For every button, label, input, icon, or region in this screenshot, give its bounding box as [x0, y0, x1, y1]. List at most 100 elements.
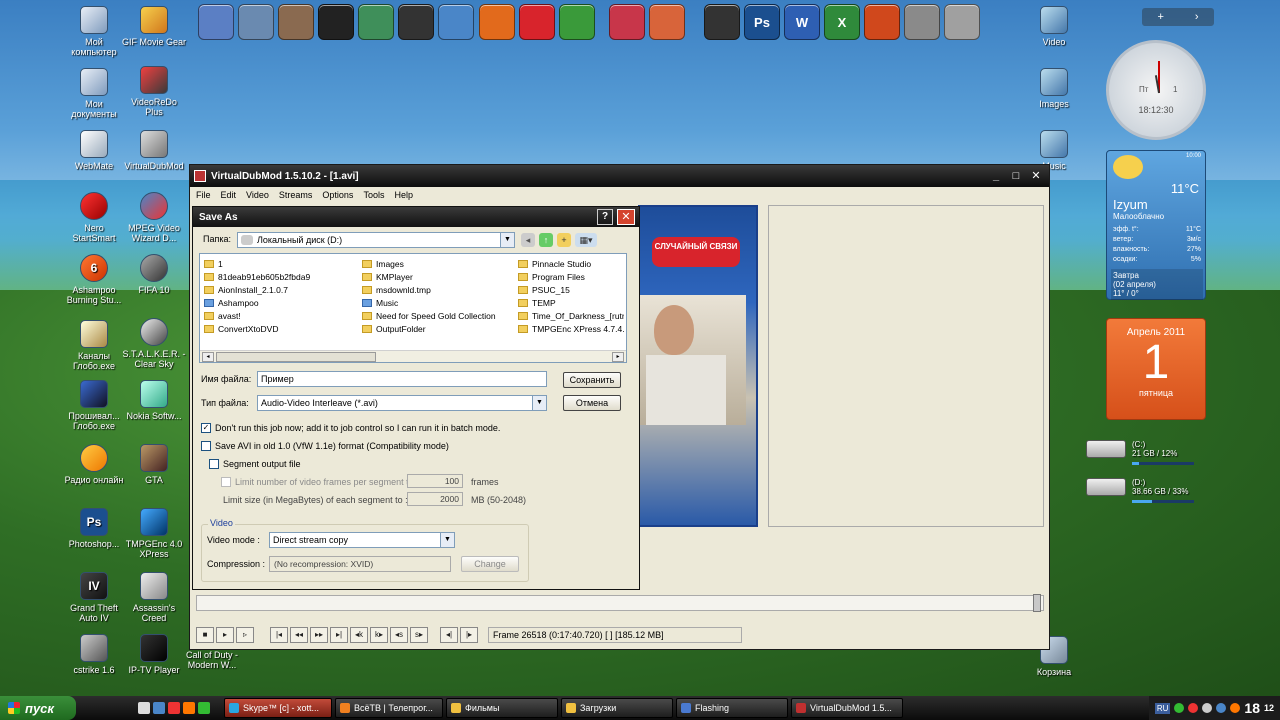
dock-powerpoint-icon[interactable] [864, 4, 900, 40]
scroll-thumb[interactable] [216, 352, 376, 362]
desktop-icon[interactable]: Nokia Softw... [122, 380, 186, 421]
change-button[interactable]: Change [461, 556, 519, 572]
list-item[interactable]: Music [362, 297, 508, 308]
ql-chrome-icon[interactable] [198, 702, 210, 714]
filename-input[interactable]: Пример [257, 371, 547, 387]
play-output-icon[interactable]: ▹ [236, 627, 254, 643]
list-item[interactable]: 1 [204, 258, 350, 269]
taskbar-task-virtualdub[interactable]: VirtualDubMod 1.5... [791, 698, 903, 718]
list-item[interactable]: TMPGEnc XPress 4.7.4.29 [518, 323, 624, 334]
cancel-button[interactable]: Отмена [563, 395, 621, 411]
desktop-icon[interactable]: Радио онлайн [62, 444, 126, 485]
desktop-icon[interactable]: Прошивал... Глобо.exe [62, 380, 126, 431]
list-item[interactable]: Time_Of_Darkness_[rutra [518, 310, 624, 321]
menu-edit[interactable]: Edit [221, 190, 237, 200]
list-item[interactable]: 81deab91eb605b2fbda9 [204, 271, 350, 282]
list-item[interactable]: TEMP [518, 297, 624, 308]
show-desktop-icon[interactable] [138, 702, 150, 714]
next-scene-icon[interactable]: s▸ [410, 627, 428, 643]
menu-options[interactable]: Options [322, 190, 353, 200]
taskbar-task-downloads[interactable]: Загрузки [561, 698, 673, 718]
up-folder-icon[interactable]: ↑ [539, 233, 553, 247]
dock-terminal-icon[interactable] [398, 4, 434, 40]
batch-mode-checkbox[interactable]: ✓ [201, 423, 211, 433]
desktop-icon[interactable]: Call of Duty - Modern W... [180, 650, 244, 670]
ql-media-icon[interactable] [168, 702, 180, 714]
save-button[interactable]: Сохранить [563, 372, 621, 388]
position-slider[interactable] [196, 594, 1044, 612]
slider-thumb[interactable] [1033, 594, 1041, 612]
menu-tools[interactable]: Tools [363, 190, 384, 200]
dock-console-icon[interactable] [704, 4, 740, 40]
list-item[interactable]: Images [362, 258, 508, 269]
desktop-icon[interactable]: VirtualDubMod [122, 130, 186, 171]
scroll-right-icon[interactable]: ▸ [612, 352, 624, 362]
desktop-icon[interactable]: Каналы Глобо.exe [62, 320, 126, 371]
stop-icon[interactable]: ■ [196, 627, 214, 643]
desktop-icon[interactable]: S.T.A.L.K.E.R. - Clear Sky [122, 318, 186, 369]
list-item[interactable]: Program Files [518, 271, 624, 282]
horizontal-scrollbar[interactable]: ◂ ▸ [200, 350, 626, 362]
volume-icon[interactable] [1202, 703, 1213, 713]
start-button[interactable]: пуск [0, 696, 76, 720]
desktop-icon[interactable]: GTA [122, 444, 186, 485]
desktop-icon[interactable]: Assassin's Creed [122, 572, 186, 623]
dock-picture-icon[interactable] [358, 4, 394, 40]
dock-photoshop-icon[interactable]: Ps [744, 4, 780, 40]
list-item[interactable]: Need for Speed Gold Collection [362, 310, 508, 321]
desktop-icon[interactable]: Images [1022, 68, 1086, 109]
dock-firefox-icon[interactable] [479, 4, 515, 40]
filetype-dropdown[interactable]: Audio-Video Interleave (*.avi) ▼ [257, 395, 547, 411]
dock-chrome-icon[interactable] [559, 4, 595, 40]
help-icon[interactable]: ? [597, 209, 613, 225]
desktop-icon[interactable]: MPEG Video Wizard D... [122, 192, 186, 243]
mark-in-icon[interactable]: ◂| [440, 627, 458, 643]
old-avi-checkbox[interactable] [201, 441, 211, 451]
tray-icon[interactable] [1230, 703, 1241, 713]
dialog-titlebar[interactable]: Save As ? ✕ [193, 207, 639, 227]
back-icon[interactable]: ◂◂ [290, 627, 308, 643]
desktop-icon[interactable]: Nero StartSmart [62, 192, 126, 243]
desktop-icon[interactable]: 6 Ashampoo Burning Stu... [62, 254, 126, 305]
dock-computer-icon[interactable] [198, 4, 234, 40]
view-menu-icon[interactable]: ▦▾ [575, 233, 597, 247]
window-titlebar[interactable]: VirtualDubMod 1.5.10.2 - [1.avi] _ □ ✕ [190, 165, 1049, 187]
dock-tools-icon[interactable] [649, 4, 685, 40]
dock-settings-icon[interactable] [904, 4, 940, 40]
scroll-left-icon[interactable]: ◂ [202, 352, 214, 362]
menu-streams[interactable]: Streams [279, 190, 313, 200]
mark-out-icon[interactable]: |▸ [460, 627, 478, 643]
list-item[interactable]: Ashampoo [204, 297, 350, 308]
end-icon[interactable]: ▸| [330, 627, 348, 643]
desktop-icon[interactable]: TMPGEnc 4.0 XPress [122, 508, 186, 559]
limit-frames-input[interactable]: 100 [407, 474, 463, 488]
language-indicator[interactable]: RU [1154, 702, 1171, 714]
list-item[interactable]: AionInstall_2.1.0.7 [204, 284, 350, 295]
list-item[interactable]: OutputFolder [362, 323, 508, 334]
list-item[interactable]: KMPlayer [362, 271, 508, 282]
desktop-icon[interactable]: VideoReDo Plus [122, 66, 186, 117]
start-icon[interactable]: |◂ [270, 627, 288, 643]
ql-firefox-icon[interactable] [183, 702, 195, 714]
network-icon[interactable] [1216, 703, 1227, 713]
dock-trash-icon[interactable] [944, 4, 980, 40]
next-gadget-button[interactable]: › [1195, 11, 1199, 23]
limit-size-input[interactable]: 2000 [407, 492, 463, 506]
dock-games-icon[interactable] [609, 4, 645, 40]
prev-key-icon[interactable]: ◂k [350, 627, 368, 643]
desktop-icon[interactable]: IP-TV Player [122, 634, 186, 675]
segment-checkbox[interactable] [209, 459, 219, 469]
dock-excel-icon[interactable]: X [824, 4, 860, 40]
list-item[interactable]: Pinnacle Studio [518, 258, 624, 269]
forward-icon[interactable]: ▸▸ [310, 627, 328, 643]
maximize-icon[interactable]: □ [1009, 169, 1023, 183]
list-item[interactable]: PSUC_15 [518, 284, 624, 295]
dock-media-icon[interactable] [318, 4, 354, 40]
dock-word-icon[interactable]: W [784, 4, 820, 40]
desktop-icon[interactable]: WebMate [62, 130, 126, 171]
desktop-icon[interactable]: Ps Photoshop... [62, 508, 126, 549]
list-item[interactable]: avast! [204, 310, 350, 321]
minimize-icon[interactable]: _ [989, 169, 1003, 183]
dock-torrent-icon[interactable] [519, 4, 555, 40]
limit-frames-checkbox[interactable] [221, 477, 231, 487]
